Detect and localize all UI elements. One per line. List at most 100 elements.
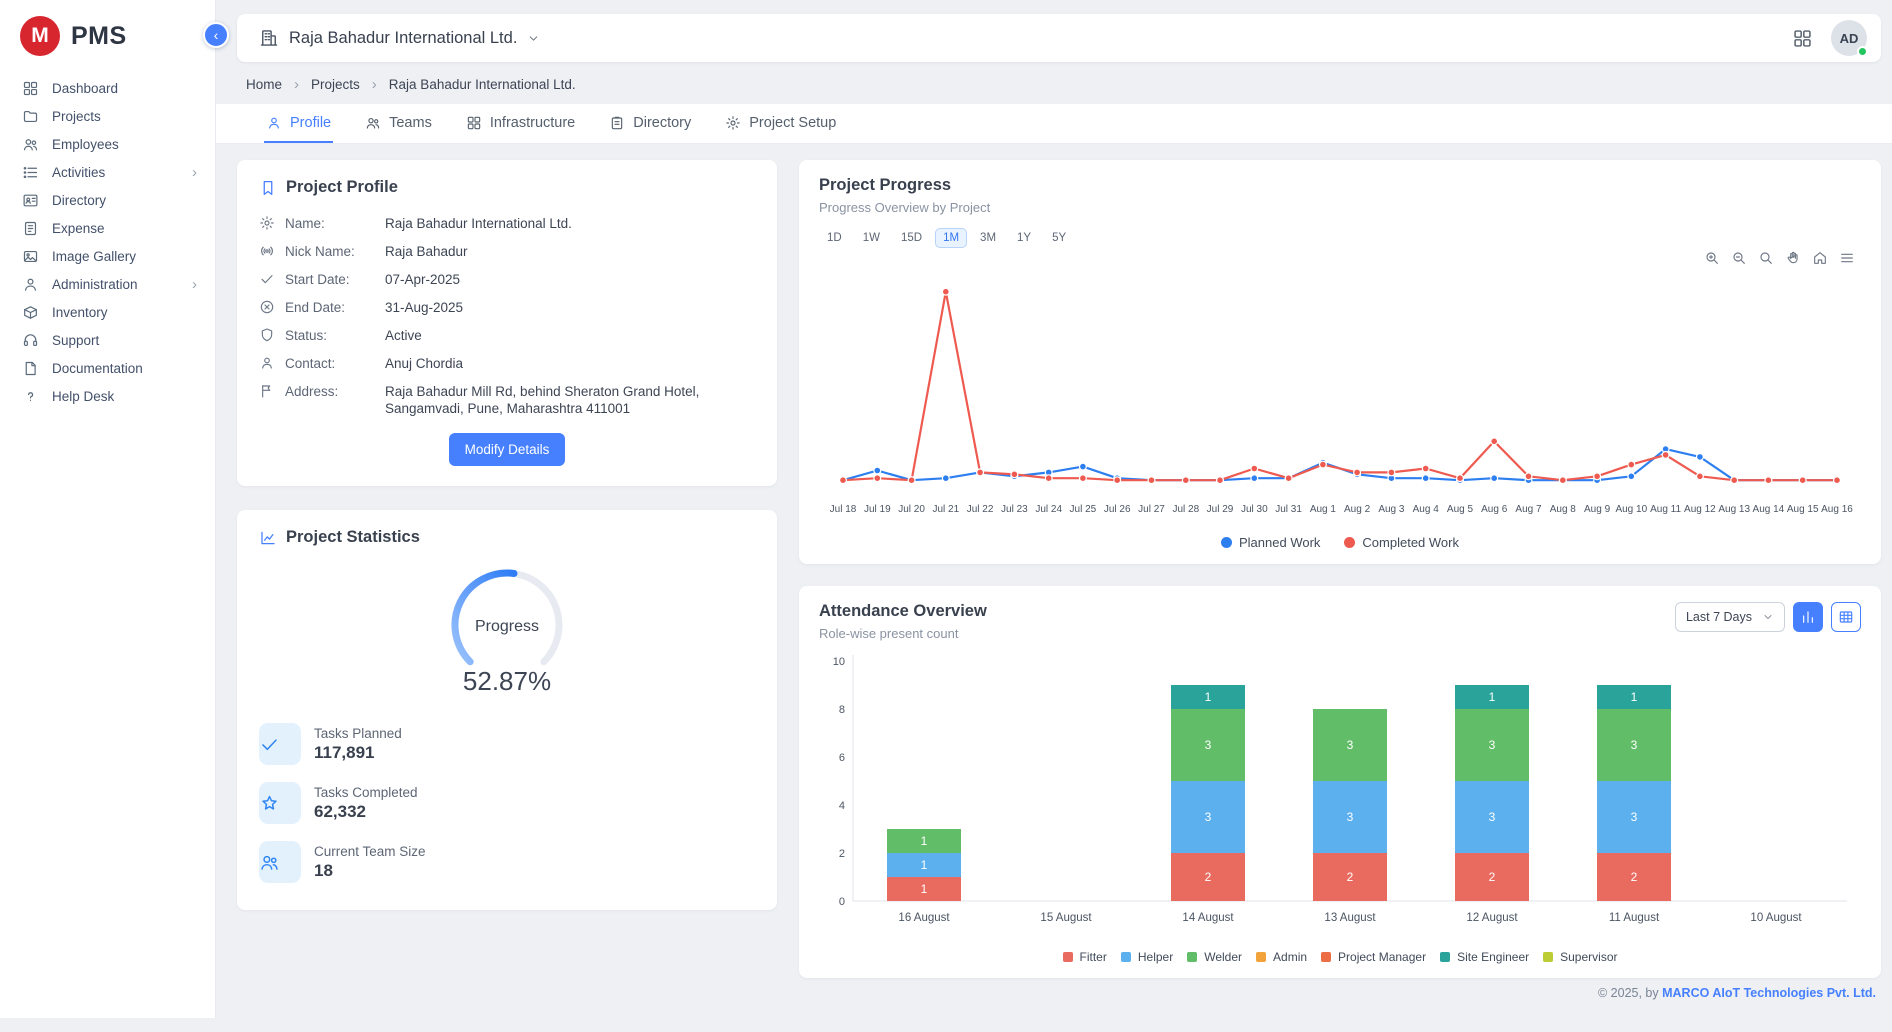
administration-icon: [22, 276, 39, 293]
building-icon: [259, 28, 279, 48]
attendance-controls: Last 7 Days: [1675, 602, 1861, 632]
home-icon[interactable]: [1812, 250, 1828, 266]
app-logo: M PMS: [0, 0, 215, 68]
legend-item-completed-work[interactable]: Completed Work: [1344, 535, 1459, 550]
svg-text:Progress: Progress: [475, 618, 539, 635]
svg-text:11 August: 11 August: [1609, 912, 1660, 924]
sidebar-item-directory[interactable]: Directory: [0, 186, 215, 214]
zoom-in-icon[interactable]: [1704, 250, 1720, 266]
content: Project Profile Name:Raja Bahadur Intern…: [216, 144, 1892, 978]
pan-icon[interactable]: [1785, 250, 1801, 266]
sidebar-item-dashboard[interactable]: Dashboard: [0, 74, 215, 102]
clipboard-icon: [609, 115, 625, 131]
sidebar-item-projects[interactable]: Projects: [0, 102, 215, 130]
logo-mark: M: [20, 16, 60, 56]
support-icon: [22, 332, 39, 349]
range-1w-button[interactable]: 1W: [855, 228, 888, 248]
legend-item-admin[interactable]: Admin: [1256, 950, 1307, 964]
range-5y-button[interactable]: 5Y: [1044, 228, 1074, 248]
field-value: Raja Bahadur: [385, 243, 755, 260]
svg-text:Jul 28: Jul 28: [1172, 504, 1199, 515]
progress-value: 52.87%: [259, 666, 755, 697]
svg-text:Aug 12: Aug 12: [1684, 504, 1716, 515]
menu-icon[interactable]: [1839, 250, 1855, 266]
svg-text:3: 3: [1489, 738, 1496, 752]
svg-text:Aug 15: Aug 15: [1787, 504, 1819, 515]
tab-infrastructure[interactable]: Infrastructure: [464, 104, 577, 143]
sidebar-item-inventory[interactable]: Inventory: [0, 298, 215, 326]
sidebar-collapse-button[interactable]: ‹: [203, 22, 229, 48]
legend-item-planned-work[interactable]: Planned Work: [1221, 535, 1320, 550]
sidebar-item-administration[interactable]: Administration›: [0, 270, 215, 298]
help-desk-icon: [22, 388, 39, 405]
range-1m-button[interactable]: 1M: [935, 228, 967, 248]
chevron-down-icon: [527, 32, 540, 45]
svg-text:Jul 27: Jul 27: [1138, 504, 1165, 515]
range-15d-button[interactable]: 15D: [893, 228, 930, 248]
legend-item-supervisor[interactable]: Supervisor: [1543, 950, 1617, 964]
field-value: 31-Aug-2025: [385, 299, 755, 316]
sidebar-item-activities[interactable]: Activities›: [0, 158, 215, 186]
tab-label: Project Setup: [749, 115, 836, 131]
field-label: Start Date:: [285, 271, 375, 288]
chart-icon: [259, 529, 277, 547]
legend-item-welder[interactable]: Welder: [1187, 950, 1242, 964]
project-progress-card: Project Progress Progress Overview by Pr…: [799, 160, 1881, 564]
svg-text:Aug 7: Aug 7: [1515, 504, 1542, 515]
svg-text:1: 1: [1489, 690, 1496, 704]
svg-text:3: 3: [1631, 738, 1638, 752]
chevron-right-icon: ›: [192, 277, 197, 292]
field-label: Address:: [285, 383, 375, 400]
sidebar-item-label: Projects: [52, 109, 101, 124]
selection-zoom-icon[interactable]: [1758, 250, 1774, 266]
svg-text:2: 2: [1631, 870, 1638, 884]
sidebar-item-help-desk[interactable]: Help Desk: [0, 382, 215, 410]
stat-label: Current Team Size: [314, 844, 426, 859]
sidebar-item-documentation[interactable]: Documentation: [0, 354, 215, 382]
legend-item-helper[interactable]: Helper: [1121, 950, 1173, 964]
sidebar-item-label: Image Gallery: [52, 249, 136, 264]
user-avatar[interactable]: AD: [1831, 20, 1867, 56]
footer-link[interactable]: MARCO AIoT Technologies Pvt. Ltd.: [1662, 986, 1876, 1000]
svg-text:Jul 24: Jul 24: [1035, 504, 1062, 515]
table-view-button[interactable]: [1831, 602, 1861, 632]
legend-item-site-engineer[interactable]: Site Engineer: [1440, 950, 1529, 964]
breadcrumb-item-home[interactable]: Home: [246, 77, 282, 92]
tab-teams[interactable]: Teams: [363, 104, 434, 143]
apps-grid-icon[interactable]: [1792, 28, 1813, 49]
sidebar-item-label: Activities: [52, 165, 105, 180]
svg-text:Jul 26: Jul 26: [1104, 504, 1131, 515]
sidebar-item-support[interactable]: Support: [0, 326, 215, 354]
chevron-left-icon: ‹: [214, 28, 219, 42]
date-range-select[interactable]: Last 7 Days: [1675, 602, 1785, 632]
range-1y-button[interactable]: 1Y: [1009, 228, 1039, 248]
svg-text:3: 3: [1631, 810, 1638, 824]
sidebar-item-expense[interactable]: Expense: [0, 214, 215, 242]
svg-text:3: 3: [1489, 810, 1496, 824]
online-status-dot: [1857, 46, 1868, 57]
profile-field-end-date-: End Date:31-Aug-2025: [259, 299, 755, 316]
range-3m-button[interactable]: 3M: [972, 228, 1004, 248]
modify-details-button[interactable]: Modify Details: [449, 433, 566, 466]
card-title-row: Project Statistics: [259, 528, 755, 547]
legend-item-fitter[interactable]: Fitter: [1063, 950, 1107, 964]
svg-text:Aug 9: Aug 9: [1584, 504, 1611, 515]
chart-view-button[interactable]: [1793, 602, 1823, 632]
legend-item-project-manager[interactable]: Project Manager: [1321, 950, 1426, 964]
sidebar-item-image-gallery[interactable]: Image Gallery: [0, 242, 215, 270]
tab-directory[interactable]: Directory: [607, 104, 693, 143]
sidebar-item-employees[interactable]: Employees: [0, 130, 215, 158]
card-title: Attendance Overview: [819, 602, 987, 621]
tab-profile[interactable]: Profile: [264, 104, 333, 143]
sidebar-item-label: Inventory: [52, 305, 108, 320]
range-1d-button[interactable]: 1D: [819, 228, 850, 248]
tab-project-setup[interactable]: Project Setup: [723, 104, 838, 143]
breadcrumb-item-projects[interactable]: Projects: [311, 77, 360, 92]
zoom-out-icon[interactable]: [1731, 250, 1747, 266]
company-selector[interactable]: Raja Bahadur International Ltd.: [259, 28, 540, 48]
attendance-bar-chart: 024681011116 August15 August233114 Augus…: [819, 649, 1861, 942]
stats-list: Tasks Planned117,891Tasks Completed62,33…: [259, 723, 755, 883]
svg-text:1: 1: [921, 858, 928, 872]
field-value: Raja Bahadur Mill Rd, behind Sheraton Gr…: [385, 383, 755, 417]
progress-gauge-wrap: Progress 52.87%: [259, 565, 755, 697]
